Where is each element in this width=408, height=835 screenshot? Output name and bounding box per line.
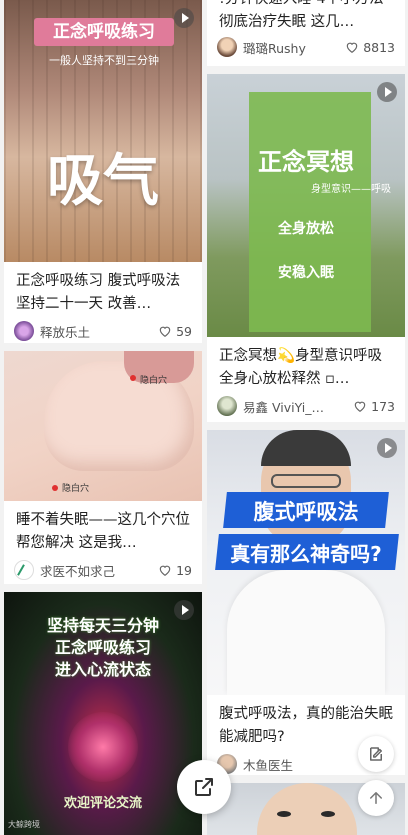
note-card[interactable]: !分钟快速入睡 4个小方法彻底治疗失眠 这几… 璐璐Rushy 8813 xyxy=(207,0,405,66)
edit-note-icon[interactable] xyxy=(358,736,394,772)
note-meta: 易鑫 ViviYi_… 173 xyxy=(207,391,405,421)
back-to-top-icon[interactable] xyxy=(358,780,394,816)
like-count: 59 xyxy=(176,323,192,339)
heart-icon xyxy=(346,42,358,53)
like-button[interactable]: 19 xyxy=(158,563,192,578)
note-title[interactable]: 正念冥想💫身型意识呼吸 全身心放松释然 ▫… xyxy=(207,345,405,391)
note-card[interactable]: 正念呼吸练习 一般人坚持不到三分钟 吸气 正念呼吸练习 腹式呼吸法 坚持二十一天… xyxy=(4,0,202,343)
play-icon xyxy=(174,600,194,620)
author-name[interactable]: 释放乐土 xyxy=(40,322,158,341)
watermark: 大鲸跨境 xyxy=(8,820,40,829)
thumb-line: 安稳入眠 xyxy=(278,265,334,281)
like-count: 19 xyxy=(176,562,192,578)
note-title[interactable]: 睡不着失眠——这几个穴位帮您解决 这是我… xyxy=(4,509,202,555)
thumb-subtitle: 一般人坚持不到三分钟 xyxy=(49,54,159,67)
thumb-line: 腹式呼吸法 xyxy=(253,500,359,524)
like-button[interactable]: 59 xyxy=(158,324,192,339)
author-name[interactable]: 璐璐Rushy xyxy=(243,38,345,57)
thumb-line: 进入心流状态 xyxy=(54,660,151,679)
acupoint-label: 隐白穴 xyxy=(62,484,90,494)
note-thumbnail[interactable]: 隐白穴 隐白穴 xyxy=(4,351,202,501)
user-avatar[interactable] xyxy=(217,37,237,57)
note-card[interactable]: 正念冥想 身型意识——呼吸 全身放松 安稳入眠 正念冥想💫身型意识呼吸 全身心放… xyxy=(207,74,405,422)
thumb-line: 正念呼吸练习 xyxy=(54,638,151,657)
note-title[interactable]: 正念呼吸练习 腹式呼吸法 坚持二十一天 改善… xyxy=(4,270,202,316)
note-meta: 璐璐Rushy 8813 xyxy=(207,32,405,62)
play-icon xyxy=(174,8,194,28)
user-avatar[interactable] xyxy=(217,396,237,416)
heart-icon xyxy=(159,326,171,337)
acupoint-label: 隐白穴 xyxy=(140,376,168,386)
thumb-line: 全身放松 xyxy=(278,221,334,237)
thumb-line: 真有那么神奇吗? xyxy=(230,542,382,566)
note-meta: 释放乐土 59 xyxy=(4,316,202,343)
note-feed: 正念呼吸练习 一般人坚持不到三分钟 吸气 正念呼吸练习 腹式呼吸法 坚持二十一天… xyxy=(0,0,408,835)
note-card[interactable]: 腹式呼吸法 真有那么神奇吗? 腹式呼吸法，真的能治失眠能减肥吗? 木鱼医生 xyxy=(207,430,405,775)
author-name[interactable]: 求医不如求己 xyxy=(40,561,158,580)
author-name[interactable]: 易鑫 ViviYi_… xyxy=(243,397,353,416)
note-thumbnail[interactable]: 坚持每天三分钟 正念呼吸练习 进入心流状态 欢迎评论交流 大鲸跨境 xyxy=(4,592,202,835)
play-icon xyxy=(377,82,397,102)
note-card[interactable]: 隐白穴 隐白穴 睡不着失眠——这几个穴位帮您解决 这是我… 求医不如求己 19 xyxy=(4,351,202,584)
thumb-subtitle: 身型意识——呼吸 xyxy=(311,184,391,195)
thumb-big-text: 吸气 xyxy=(47,149,159,214)
note-thumbnail[interactable]: 正念冥想 身型意识——呼吸 全身放松 安稳入眠 xyxy=(207,74,405,337)
share-icon[interactable] xyxy=(177,760,231,814)
play-icon xyxy=(377,438,397,458)
thumb-title: 正念呼吸练习 xyxy=(53,22,155,42)
lotus-avatar-icon[interactable] xyxy=(14,321,34,341)
heart-icon xyxy=(159,565,171,576)
like-count: 173 xyxy=(371,398,395,414)
heart-icon xyxy=(354,401,366,412)
note-card[interactable]: 坚持每天三分钟 正念呼吸练习 进入心流状态 欢迎评论交流 大鲸跨境 xyxy=(4,592,202,835)
thumb-bottom-text: 欢迎评论交流 xyxy=(63,796,142,811)
thumb-line: 坚持每天三分钟 xyxy=(46,616,159,635)
like-button[interactable]: 173 xyxy=(353,399,395,414)
note-title[interactable]: !分钟快速入睡 4个小方法彻底治疗失眠 这几… xyxy=(207,0,405,34)
note-meta: 求医不如求己 19 xyxy=(4,555,202,584)
thumb-big-text: 正念冥想 xyxy=(258,148,354,176)
acupuncture-avatar-icon[interactable] xyxy=(14,560,34,580)
like-count: 8813 xyxy=(363,39,395,55)
note-thumbnail[interactable]: 正念呼吸练习 一般人坚持不到三分钟 吸气 xyxy=(4,0,202,262)
like-button[interactable]: 8813 xyxy=(345,40,395,55)
note-thumbnail[interactable]: 腹式呼吸法 真有那么神奇吗? xyxy=(207,430,405,695)
